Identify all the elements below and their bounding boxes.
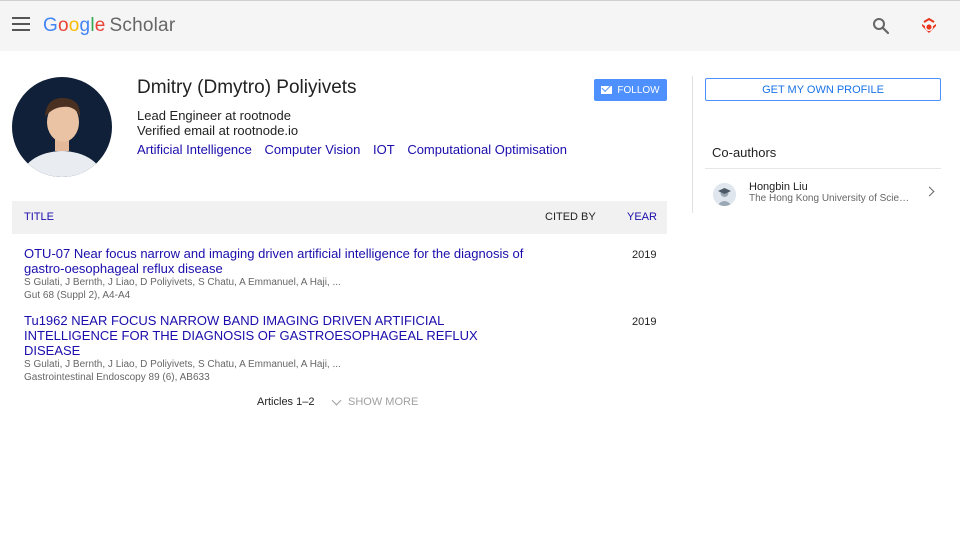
logo-letter: e	[94, 15, 106, 36]
articles-pager-text: Articles 1–2	[257, 396, 315, 408]
article-venue: Gastrointestinal Endoscopy 89 (6), AB633	[24, 372, 210, 383]
column-divider	[692, 76, 693, 213]
article-venue: Gut 68 (Suppl 2), A4-A4	[24, 290, 131, 301]
research-interests: Artificial Intelligence Computer Vision …	[137, 142, 576, 157]
profile-verified-email: Verified email at rootnode.io	[137, 123, 299, 138]
sort-by-cited[interactable]: CITED BY	[545, 211, 596, 223]
show-more-label: SHOW MORE	[348, 396, 419, 408]
interest-link[interactable]: Computational Optimisation	[407, 142, 567, 157]
interest-link[interactable]: IOT	[373, 142, 395, 157]
logo-letter: o	[68, 15, 80, 36]
article-row: OTU-07 Near focus narrow and imaging dri…	[24, 246, 664, 302]
mail-icon	[601, 86, 613, 94]
sort-by-year[interactable]: YEAR	[627, 211, 657, 223]
profile-affiliation: Lead Engineer at rootnode	[137, 108, 291, 123]
chevron-right-icon	[924, 186, 935, 197]
interest-link[interactable]: Computer Vision	[265, 142, 361, 157]
search-icon[interactable]	[872, 17, 890, 35]
default-avatar-icon	[713, 183, 736, 206]
menu-icon[interactable]	[12, 17, 30, 31]
article-year: 2019	[632, 316, 657, 328]
article-row: Tu1962 NEAR FOCUS NARROW BAND IMAGING DR…	[24, 313, 664, 384]
article-title-link[interactable]: Tu1962 NEAR FOCUS NARROW BAND IMAGING DR…	[24, 313, 534, 358]
article-title-link[interactable]: OTU-07 Near focus narrow and imaging dri…	[24, 246, 534, 276]
logo-scholar-word: Scholar	[109, 15, 176, 36]
logo-letter: g	[79, 15, 91, 36]
follow-label: FOLLOW	[617, 84, 660, 96]
divider	[705, 168, 941, 169]
show-more-button[interactable]: SHOW MORE	[331, 395, 419, 408]
article-year: 2019	[632, 249, 657, 261]
coauthors-heading: Co-authors	[712, 145, 777, 160]
follow-button[interactable]: FOLLOW	[594, 79, 667, 101]
profile-name: Dmitry (Dmytro) Poliyivets	[137, 77, 357, 98]
articles-table-header: TITLE CITED BY YEAR	[12, 201, 667, 234]
profile-avatar	[12, 77, 112, 177]
article-authors: S Gulati, J Bernth, J Liao, D Poliyivets…	[24, 359, 341, 370]
get-my-own-profile-button[interactable]: GET MY OWN PROFILE	[705, 78, 941, 101]
coauthor-name: Hongbin Liu	[749, 181, 808, 193]
chevron-down-icon	[331, 395, 342, 405]
interest-link[interactable]: Artificial Intelligence	[137, 142, 252, 157]
scholar-logo-icon[interactable]	[919, 16, 939, 36]
sort-by-title[interactable]: TITLE	[24, 211, 54, 223]
logo-letter: o	[57, 15, 69, 36]
top-app-bar: Google Scholar	[0, 0, 960, 51]
google-scholar-logo[interactable]: Google Scholar	[43, 15, 175, 37]
coauthor-item[interactable]: Hongbin Liu The Hong Kong University of …	[705, 177, 941, 211]
coauthor-affiliation: The Hong Kong University of Science and …	[749, 193, 914, 204]
logo-letter: G	[43, 15, 58, 36]
article-authors: S Gulati, J Bernth, J Liao, D Poliyivets…	[24, 277, 341, 288]
